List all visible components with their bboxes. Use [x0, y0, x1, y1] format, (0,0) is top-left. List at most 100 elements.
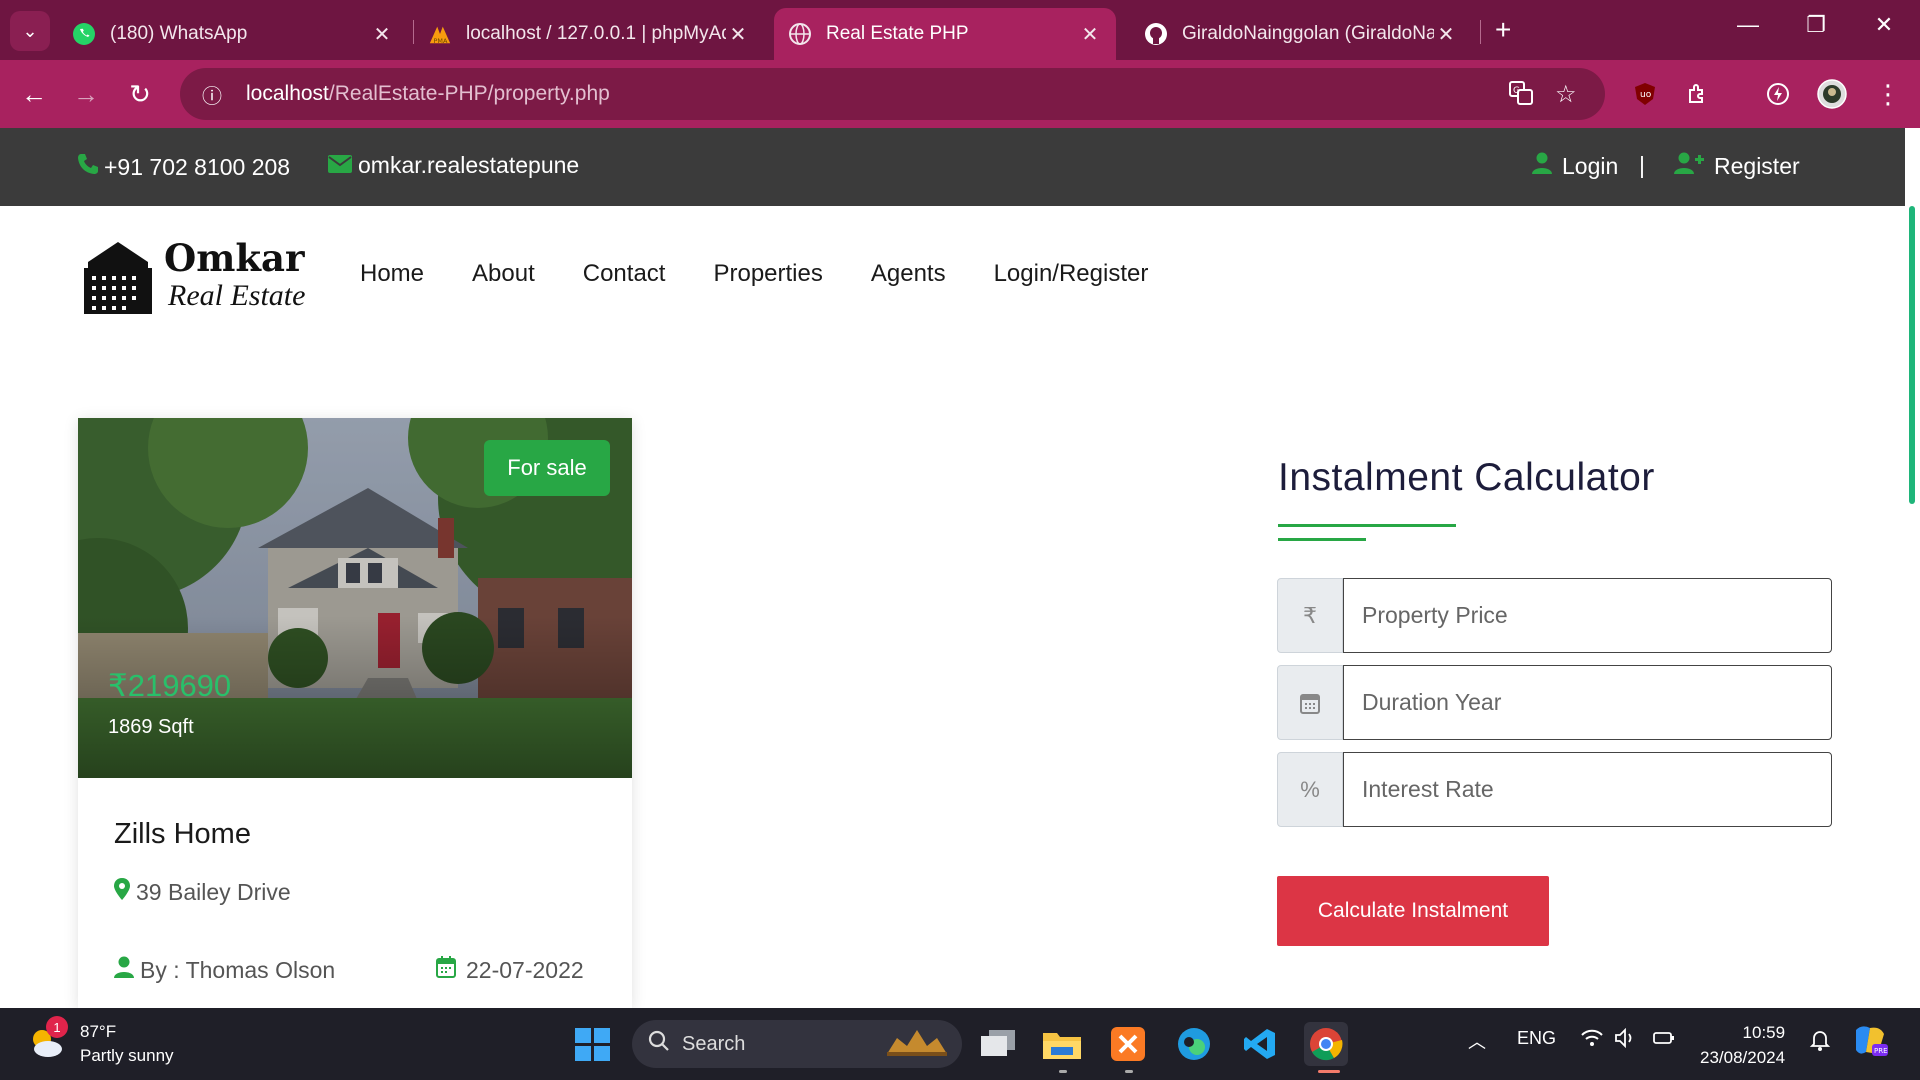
url-path: /RealEstate-PHP/property.php: [328, 82, 610, 105]
task-view-icon[interactable]: [976, 1022, 1020, 1066]
tab-list-button[interactable]: ⌄: [10, 11, 50, 51]
clock-time: 10:59: [1742, 1023, 1786, 1042]
window-close-button[interactable]: ✕: [1864, 12, 1904, 38]
phone-number: +91 702 8100 208: [104, 153, 291, 180]
calculate-instalment-button[interactable]: Calculate Instalment: [1277, 876, 1549, 946]
notification-center-icon[interactable]: [1808, 1028, 1832, 1057]
tab-title: GiraldoNainggolan (GiraldoNai: [1182, 23, 1434, 44]
taskbar-search[interactable]: Search: [632, 1020, 962, 1068]
nav-home[interactable]: Home: [360, 260, 424, 288]
svg-text:G: G: [1513, 86, 1520, 96]
nav-contact[interactable]: Contact: [583, 260, 666, 288]
property-photo[interactable]: For sale ₹219690 1869 Sqft: [78, 418, 632, 778]
vscode-icon[interactable]: [1238, 1022, 1282, 1066]
site-contact-bar: +91 702 8100 208 omkar.realestatepune Lo…: [0, 128, 1905, 206]
github-icon: [1144, 22, 1168, 46]
site-info-icon[interactable]: ⓘ: [192, 80, 232, 109]
envelope-icon: [328, 152, 352, 179]
restore-button[interactable]: ❐: [1796, 12, 1836, 38]
email-address: omkar.realestatepune: [358, 152, 580, 178]
reload-button[interactable]: ↻: [120, 74, 160, 114]
search-highlight-image: [882, 1024, 952, 1064]
nav-about[interactable]: About: [472, 260, 535, 288]
file-explorer-icon[interactable]: [1040, 1022, 1084, 1066]
battery-icon[interactable]: [1652, 1028, 1676, 1053]
language-indicator[interactable]: ENG: [1517, 1028, 1556, 1049]
property-card[interactable]: For sale ₹219690 1869 Sqft Zills Home 39…: [78, 418, 632, 1008]
tab-github[interactable]: GiraldoNainggolan (GiraldoNai ✕: [1130, 8, 1472, 60]
register-link[interactable]: Register: [1674, 152, 1800, 180]
main-nav: Home About Contact Properties Agents Log…: [360, 260, 1196, 288]
calculator-heading: Instalment Calculator: [1278, 456, 1655, 499]
property-price-input[interactable]: [1343, 578, 1832, 653]
chevron-down-icon: ⌄: [22, 20, 38, 41]
email-contact[interactable]: omkar.realestatepune: [328, 152, 579, 179]
rupee-icon: ₹: [1277, 578, 1343, 653]
heading-underline: [1278, 524, 1456, 527]
edge-icon[interactable]: [1172, 1022, 1216, 1066]
nav-login-register[interactable]: Login/Register: [994, 260, 1149, 288]
page-scrollbar[interactable]: [1909, 206, 1915, 504]
property-area: 1869 Sqft: [108, 716, 194, 738]
chrome-icon[interactable]: [1304, 1022, 1348, 1066]
arrow-left-icon: ←: [21, 78, 47, 109]
search-label: Search: [682, 1032, 746, 1055]
user-plus-icon: [1674, 152, 1704, 180]
tab-real-estate[interactable]: Real Estate PHP ✕: [774, 8, 1116, 60]
extensions-icon[interactable]: [1678, 74, 1718, 114]
property-title[interactable]: Zills Home: [114, 818, 251, 851]
phone-contact[interactable]: +91 702 8100 208: [76, 152, 290, 182]
url-host: localhost: [246, 82, 329, 105]
new-tab-button[interactable]: +: [1495, 14, 1511, 46]
forward-button[interactable]: →: [66, 74, 106, 114]
notification-badge: 1: [46, 1016, 68, 1038]
nav-properties[interactable]: Properties: [713, 260, 822, 288]
svg-text:PMA: PMA: [434, 37, 448, 45]
running-indicator: [1125, 1070, 1133, 1073]
address-text: 39 Bailey Drive: [136, 878, 291, 905]
brand-name: Omkar: [164, 236, 305, 280]
back-button[interactable]: ←: [14, 74, 54, 114]
close-icon[interactable]: ✕: [1078, 22, 1102, 47]
tab-title: (180) WhatsApp: [110, 23, 248, 44]
whatsapp-icon: [72, 22, 96, 46]
chevron-up-icon[interactable]: ︿: [1468, 1028, 1486, 1054]
copilot-icon[interactable]: PRE: [1852, 1024, 1888, 1063]
map-marker-icon: [114, 878, 130, 906]
translate-icon[interactable]: G: [1508, 80, 1534, 113]
profile-avatar[interactable]: [1812, 74, 1852, 114]
performance-icon[interactable]: [1758, 74, 1798, 114]
nav-agents[interactable]: Agents: [871, 260, 946, 288]
xampp-icon[interactable]: [1106, 1022, 1150, 1066]
volume-icon[interactable]: [1614, 1027, 1638, 1053]
address-bar[interactable]: ⓘ localhost/RealEstate-PHP/property.php …: [180, 68, 1605, 120]
ublock-extension-icon[interactable]: uo: [1625, 74, 1665, 114]
close-icon[interactable]: ✕: [370, 22, 394, 47]
bookmark-star-icon[interactable]: ☆: [1555, 80, 1577, 109]
duration-year-input[interactable]: [1343, 665, 1832, 740]
running-indicator: [1059, 1070, 1067, 1073]
system-clock[interactable]: 10:59 23/08/2024: [1700, 1020, 1785, 1070]
site-logo[interactable]: Omkar Real Estate: [82, 238, 305, 319]
property-price-group: ₹: [1277, 578, 1832, 653]
reload-icon: ↻: [129, 78, 151, 109]
property-price: ₹219690: [108, 668, 232, 703]
login-link[interactable]: Login: [1532, 152, 1618, 180]
close-icon[interactable]: ✕: [726, 22, 750, 47]
login-label: Login: [1562, 152, 1619, 179]
close-icon[interactable]: ✕: [1434, 22, 1458, 47]
windows-start-button[interactable]: [575, 1028, 611, 1067]
user-icon: [1532, 152, 1552, 180]
clock-date: 23/08/2024: [1700, 1048, 1786, 1067]
calendar-icon: [436, 956, 456, 984]
percent-icon: %: [1277, 752, 1343, 827]
browser-menu-icon[interactable]: ⋮: [1868, 74, 1908, 114]
tab-phpmyadmin[interactable]: PMA localhost / 127.0.0.1 | phpMyAd ✕: [414, 8, 764, 60]
interest-rate-input[interactable]: [1343, 752, 1832, 827]
minimize-button[interactable]: —: [1728, 12, 1768, 38]
tab-whatsapp[interactable]: (180) WhatsApp ✕: [58, 8, 408, 60]
temperature: 87°F: [80, 1022, 117, 1041]
date-text: 22-07-2022: [466, 956, 584, 983]
user-icon: [114, 956, 134, 984]
wifi-icon[interactable]: [1580, 1028, 1604, 1053]
